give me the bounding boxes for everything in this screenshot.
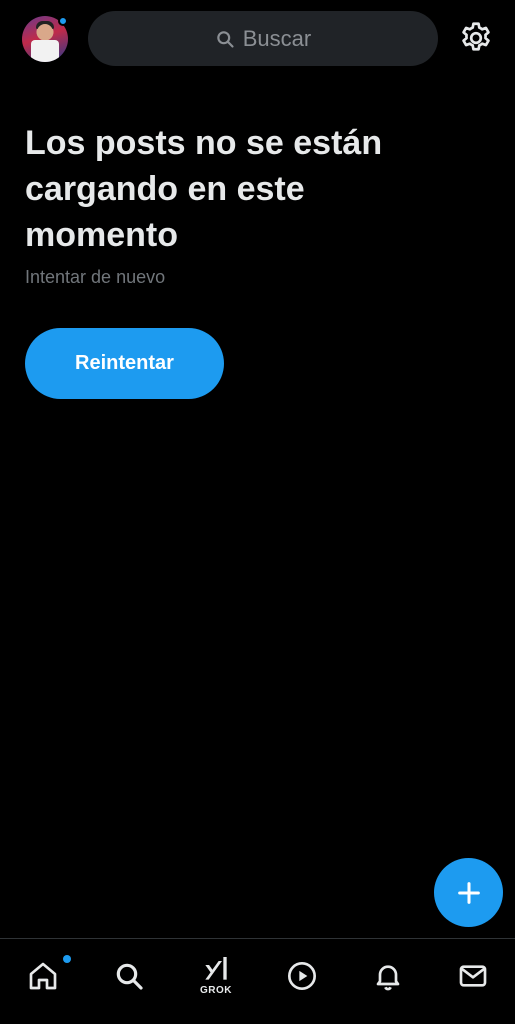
compose-button[interactable]: [434, 858, 503, 927]
gear-icon[interactable]: [458, 20, 494, 56]
nav-notifications[interactable]: [358, 941, 418, 1011]
nav-grok[interactable]: GROK: [186, 939, 246, 1009]
bottom-nav: GROK: [0, 938, 515, 1024]
search-bar[interactable]: Buscar: [88, 11, 438, 66]
nav-home[interactable]: [13, 941, 73, 1011]
avatar-shirt: [31, 40, 59, 62]
notification-dot: [58, 16, 68, 26]
nav-search[interactable]: [99, 941, 159, 1011]
bell-icon: [376, 965, 400, 991]
search-placeholder: Buscar: [242, 25, 312, 51]
nav-messages[interactable]: [443, 941, 503, 1011]
avatar-face: [37, 24, 53, 40]
search-icon: [217, 30, 234, 48]
grok-icon: [205, 957, 227, 980]
nav-video[interactable]: [272, 941, 332, 1011]
error-subtitle: Intentar de nuevo: [25, 267, 166, 287]
plus-icon: [457, 881, 480, 904]
play-circle-icon: [288, 962, 316, 990]
error-title: Los posts no se están cargando en este m…: [25, 124, 383, 254]
retry-button[interactable]: Reintentar: [25, 328, 224, 399]
home-notification-dot: [63, 955, 71, 963]
home-icon: [29, 962, 57, 990]
top-bar: Buscar: [0, 0, 515, 68]
search-icon: [116, 963, 143, 990]
mail-icon: [459, 965, 487, 987]
grok-label: GROK: [200, 985, 232, 996]
